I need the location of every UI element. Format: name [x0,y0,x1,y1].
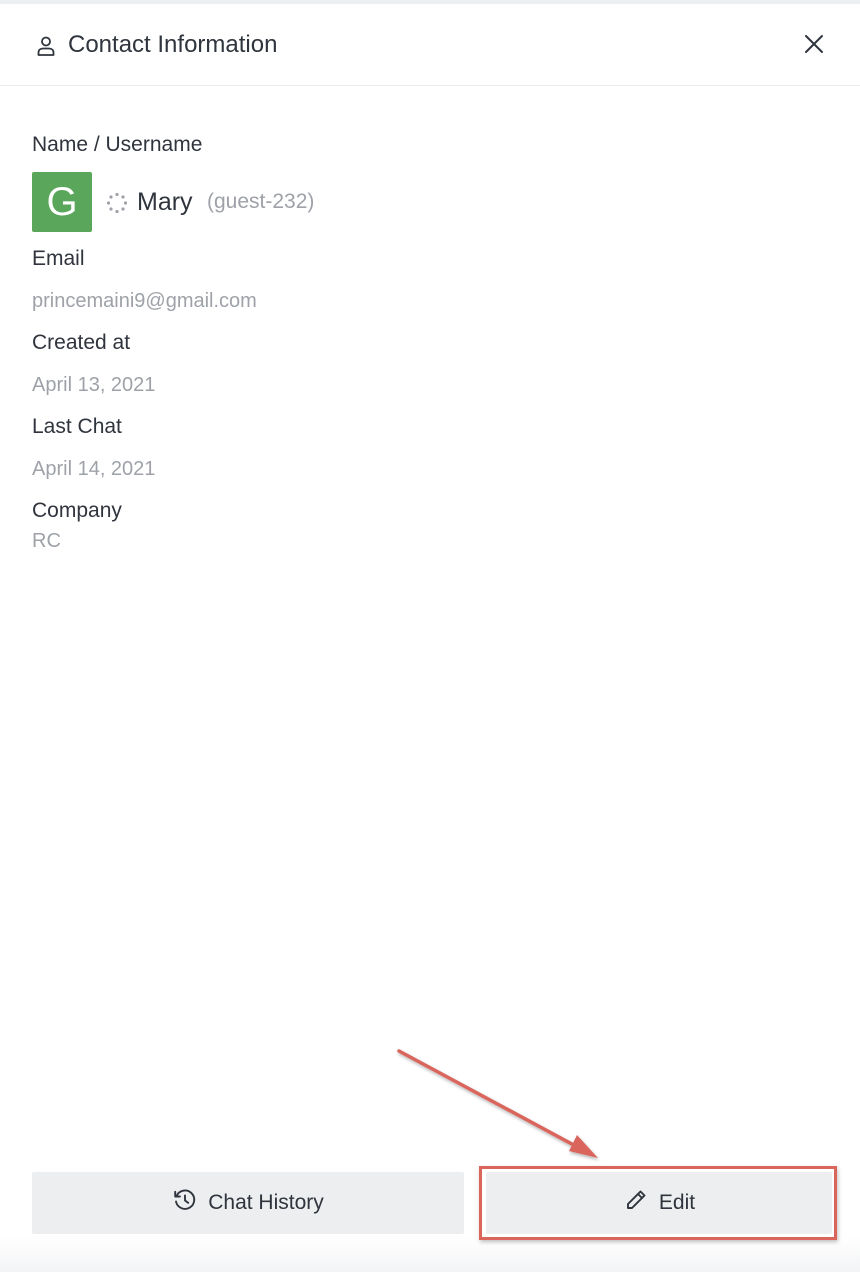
contact-name: Mary [137,188,193,216]
last-chat-value: April 14, 2021 [32,458,156,480]
created-at-value: April 13, 2021 [32,374,156,396]
close-button[interactable] [798,28,830,60]
contextual-bar-header: Contact Information [0,4,860,86]
page-title: Contact Information [68,31,278,58]
edit-label: Edit [658,1191,696,1214]
history-icon [172,1187,198,1219]
email-value: princemaini9@gmail.com [32,290,257,312]
annotation-arrow [397,1049,598,1158]
close-icon [798,35,830,64]
contact-username: (guest-232) [207,190,315,213]
last-chat-label: Last Chat [32,415,122,438]
name-username-label: Name / Username [32,133,203,156]
company-value: RC [32,530,61,552]
company-label: Company [32,499,122,522]
chat-history-label: Chat History [208,1191,324,1214]
created-at-label: Created at [32,331,131,354]
footer-background [0,1236,860,1272]
edit-button[interactable]: Edit [486,1172,832,1234]
user-icon [34,34,58,58]
pencil-icon [623,1187,649,1219]
status-loading-icon [106,192,128,214]
email-label: Email [32,247,85,270]
avatar: G [32,172,92,232]
chat-history-button[interactable]: Chat History [32,1172,464,1234]
